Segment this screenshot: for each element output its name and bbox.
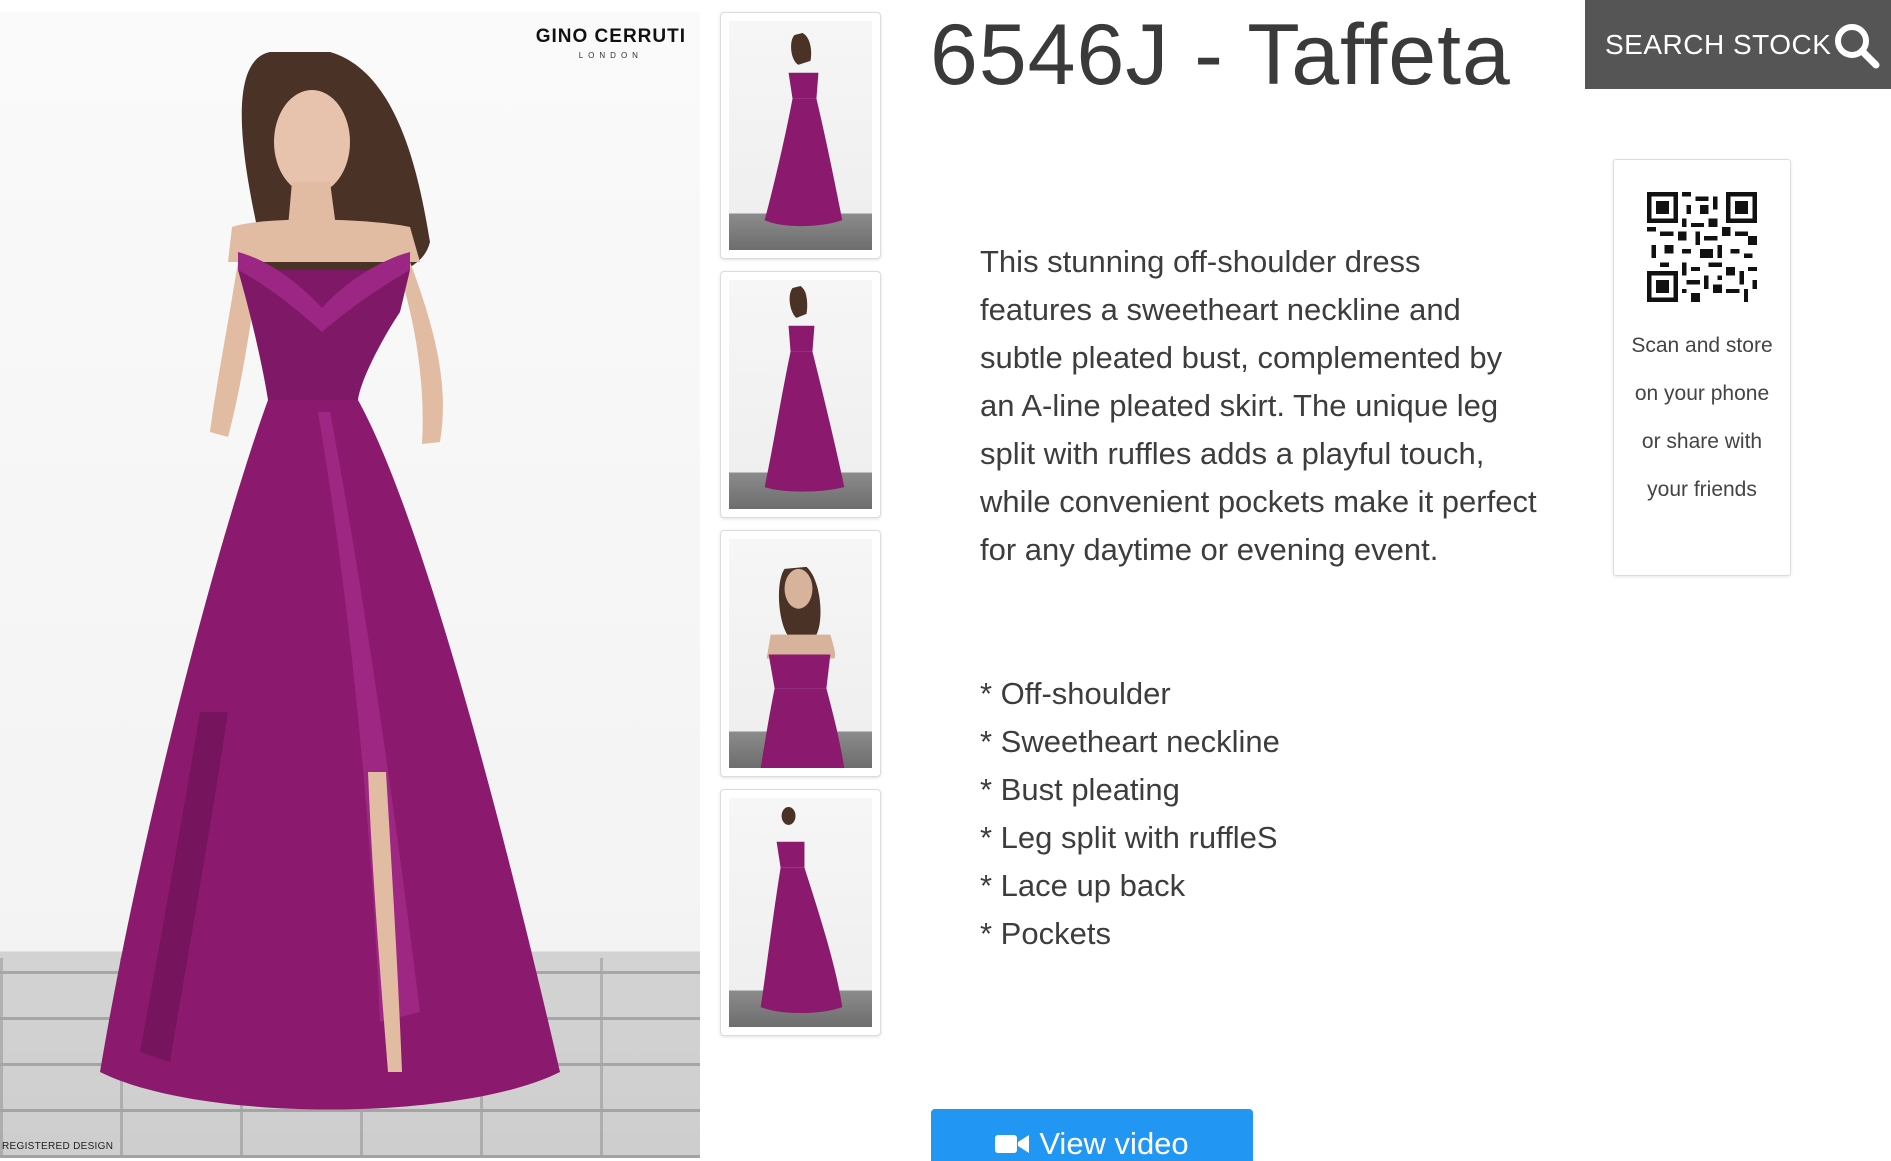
feature-item: * Leg split with ruffleS (980, 820, 1278, 855)
feature-item: * Pockets (980, 916, 1111, 951)
product-page: GINO CERRUTI LONDON REGISTERED DESIGN 65… (0, 0, 1891, 1161)
brand-logo-city: LONDON (578, 51, 643, 60)
registered-design-watermark: REGISTERED DESIGN (2, 1141, 114, 1152)
model-dress-illustration (100, 52, 560, 1110)
feature-item: * Off-shoulder (980, 676, 1171, 711)
main-product-image[interactable]: GINO CERRUTI LONDON REGISTERED DESIGN (0, 12, 700, 1158)
qr-card: Scan and store on your phone or share wi… (1613, 159, 1791, 576)
feature-list: * Off-shoulder * Sweetheart neckline * B… (980, 670, 1540, 958)
feature-item: * Lace up back (980, 868, 1186, 903)
qr-instructions: Scan and store on your phone or share wi… (1631, 334, 1773, 501)
product-title: 6546J - Taffeta (930, 7, 1511, 103)
brand-logo: GINO CERRUTI LONDON (536, 26, 686, 60)
feature-item: * Bust pleating (980, 772, 1180, 807)
thumbnail-2[interactable] (720, 271, 881, 518)
thumbnail-3[interactable] (720, 530, 881, 777)
thumbnail-1[interactable] (720, 12, 881, 259)
feature-item: * Sweetheart neckline (980, 724, 1280, 759)
product-description: This stunning off-shoulder dress feature… (980, 244, 1537, 567)
thumbnail-3-image (760, 566, 845, 768)
search-stock-button[interactable]: SEARCH STOCK (1585, 0, 1891, 89)
video-camera-icon (995, 1135, 1030, 1153)
thumbnail-4-image (760, 806, 843, 1014)
thumbnail-1-image (764, 32, 843, 227)
thumbnail-2-image (764, 285, 845, 492)
thumbnail-front-half (729, 539, 872, 768)
view-video-button[interactable]: View video (931, 1109, 1253, 1161)
search-icon (1835, 24, 1880, 69)
brand-logo-name: GINO CERRUTI (535, 26, 686, 47)
qr-code-icon[interactable] (1647, 192, 1757, 302)
view-video-label: View video (1039, 1126, 1189, 1161)
thumbnail-4[interactable] (720, 789, 881, 1036)
thumbnail-side-full (729, 280, 872, 509)
thumbnail-back-full (729, 798, 872, 1027)
search-stock-label: SEARCH STOCK (1605, 28, 1832, 60)
thumbnail-front-full (729, 21, 872, 250)
